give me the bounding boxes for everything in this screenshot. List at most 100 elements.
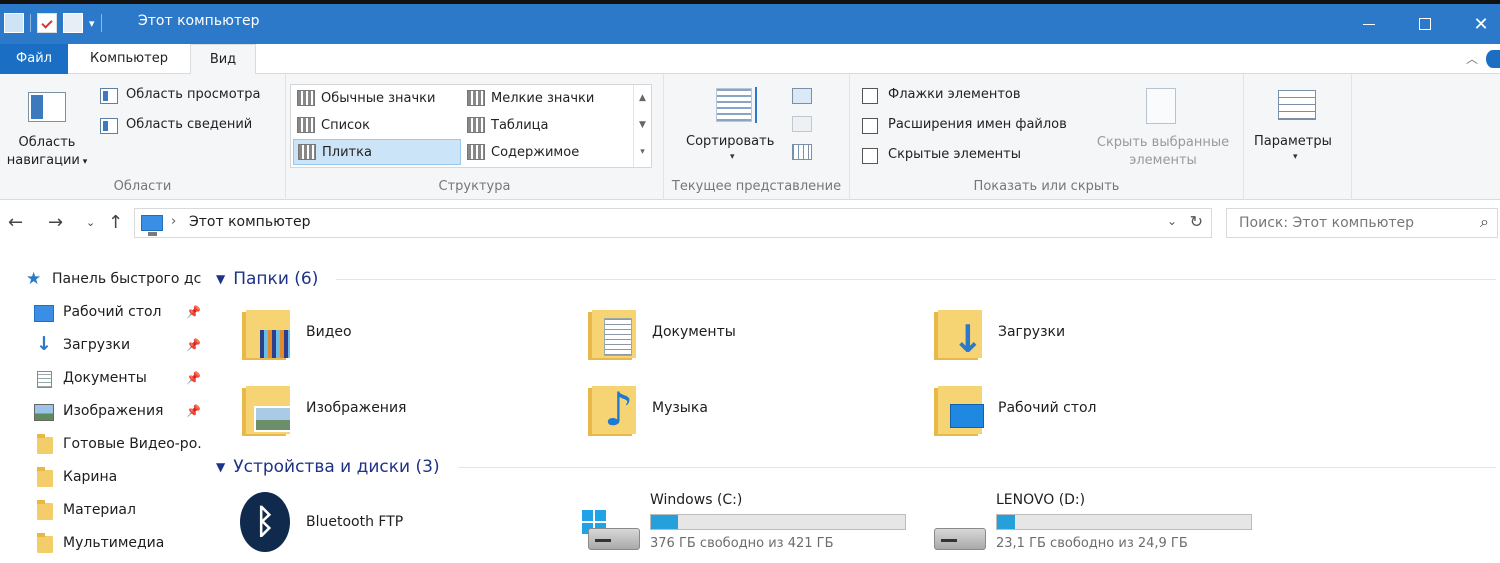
layout-item-label: Мелкие значки (491, 90, 595, 106)
documents-folder-icon (588, 306, 636, 360)
qat-dropdown-icon[interactable]: ▾ (89, 17, 95, 30)
folder-icon (37, 434, 53, 454)
nav-pane-label-1: Область (18, 135, 76, 150)
up-button[interactable]: ↑ (108, 212, 123, 233)
folders-group-header[interactable]: ▼ Папки (6) (216, 264, 318, 294)
address-bar[interactable]: › Этот компьютер ⌄ ↻ (134, 208, 1212, 238)
sidebar-item-folder[interactable]: Карина (0, 462, 208, 494)
drive-tile-c[interactable]: Windows (C:) 376 ГБ свободно из 421 ГБ (580, 492, 910, 562)
add-columns-icon[interactable] (792, 116, 812, 132)
back-button[interactable]: ← (8, 212, 23, 233)
item-checkboxes-checkbox[interactable] (862, 88, 878, 104)
details-pane-button[interactable]: Область сведений (126, 117, 252, 132)
layout-item[interactable]: Таблица (463, 112, 631, 138)
sort-icon (716, 87, 757, 123)
small-icons-icon (467, 90, 485, 106)
help-icon[interactable] (1486, 50, 1500, 68)
computer-icon (4, 13, 24, 33)
hide-selected-button[interactable]: Скрыть выбранные элементы (1090, 134, 1236, 170)
folder-tile-label: Загрузки (998, 324, 1066, 340)
drive-free-space: 376 ГБ свободно из 421 ГБ (650, 536, 834, 551)
tab-view[interactable]: Вид (190, 44, 256, 75)
layout-item[interactable]: Мелкие значки (463, 85, 631, 111)
layout-item-selected[interactable]: Плитка (293, 139, 461, 165)
sidebar-item-quick-access[interactable]: ★ Панель быстрого дс (0, 264, 208, 296)
layout-item-label: Обычные значки (321, 90, 436, 106)
folder-tile-label: Рабочий стол (998, 400, 1097, 416)
layout-item[interactable]: Список (293, 112, 461, 138)
pin-icon[interactable]: 📌 (186, 404, 201, 418)
chevron-up-icon[interactable]: ︿ (1462, 50, 1482, 68)
hidden-items-checkbox[interactable] (862, 148, 878, 164)
chevron-down-icon[interactable]: ⌄ (1167, 214, 1177, 228)
sidebar-item-folder[interactable]: Готовые Видео-ро. (0, 429, 208, 461)
sidebar-item-documents[interactable]: Документы 📌 (0, 363, 208, 395)
fit-columns-icon[interactable] (792, 144, 812, 160)
folder-tile-video[interactable]: Видео (212, 302, 512, 366)
pictures-icon (34, 404, 54, 421)
group-areas: Область навигации ▾ Область просмотра Об… (0, 74, 286, 200)
hide-selected-label-1: Скрыть выбранные (1096, 135, 1230, 150)
sidebar-item-desktop[interactable]: Рабочий стол 📌 (0, 297, 208, 329)
properties-icon[interactable] (37, 13, 57, 33)
list-icon (297, 117, 315, 133)
chevron-right-icon[interactable]: › (171, 214, 176, 229)
refresh-button[interactable]: ↻ (1190, 212, 1203, 231)
group-divider (336, 279, 1496, 280)
quick-access-toolbar: ▾ (4, 10, 102, 36)
drive-tile-d[interactable]: LENOVO (D:) 23,1 ГБ свободно из 24,9 ГБ (926, 492, 1256, 562)
pin-icon[interactable]: 📌 (186, 371, 201, 385)
close-button[interactable]: ✕ (1452, 4, 1500, 44)
device-tile-bluetooth[interactable]: ᛒ Bluetooth FTP (212, 490, 512, 554)
folder-tile-pictures[interactable]: Изображения (212, 378, 512, 442)
preview-pane-button[interactable]: Область просмотра (126, 87, 260, 102)
search-icon[interactable]: ⌕ (1480, 212, 1489, 232)
group-by-icon[interactable] (792, 88, 812, 104)
devices-group-header[interactable]: ▼ Устройства и диски (3) (216, 452, 440, 482)
file-extensions-checkbox[interactable] (862, 118, 878, 134)
forward-button[interactable]: → (48, 212, 63, 233)
chevron-down-icon[interactable]: ▼ (216, 460, 225, 474)
pictures-folder-icon (242, 382, 292, 436)
folder-tile-label: Документы (652, 324, 736, 340)
sort-button[interactable]: Сортировать (686, 134, 774, 149)
search-input[interactable]: Поиск: Этот компьютер ⌕ (1226, 208, 1498, 238)
bluetooth-icon: ᛒ (240, 492, 290, 552)
new-folder-icon[interactable] (63, 13, 83, 33)
folder-tile-music[interactable]: ♪ Музыка (558, 378, 858, 442)
layout-item[interactable]: Обычные значки (293, 85, 461, 111)
content-icon (467, 144, 485, 160)
drive-usage-bar (996, 514, 1252, 530)
sidebar-item-folder[interactable]: Мультимедиа (0, 528, 208, 560)
nav-pane-button[interactable]: Область навигации ▾ (0, 134, 94, 171)
group-options: Параметры ▾ (1244, 74, 1352, 200)
sidebar-item-folder[interactable]: Материал (0, 495, 208, 527)
gallery-scroll[interactable]: ▲ ▼ ▾ (633, 85, 651, 167)
chevron-down-icon[interactable]: ▼ (216, 272, 225, 286)
details-icon (467, 117, 485, 133)
layout-item[interactable]: Содержимое (463, 139, 631, 165)
hide-selected-icon (1146, 88, 1176, 124)
folder-tile-downloads[interactable]: ↓ Загрузки (904, 302, 1204, 366)
preview-pane-icon (100, 88, 118, 104)
minimize-button[interactable] (1340, 4, 1398, 44)
sidebar-item-downloads[interactable]: ↓ Загрузки 📌 (0, 330, 208, 362)
recent-locations-button[interactable]: ⌄ (86, 216, 95, 229)
devices-group-title: Устройства и диски (3) (233, 457, 440, 477)
ribbon-tabs: Файл Компьютер Вид ︿ (0, 44, 1500, 75)
tab-computer[interactable]: Компьютер (68, 44, 190, 74)
pin-icon[interactable]: 📌 (186, 305, 201, 319)
address-path[interactable]: Этот компьютер (189, 214, 311, 230)
folder-tile-desktop[interactable]: Рабочий стол (904, 378, 1204, 442)
nav-pane-label-2: навигации (6, 153, 80, 168)
hide-selected-label-2: элементы (1129, 153, 1197, 168)
tab-file[interactable]: Файл (0, 44, 68, 74)
folder-tile-documents[interactable]: Документы (558, 302, 858, 366)
pin-icon[interactable]: 📌 (186, 338, 201, 352)
options-button[interactable]: Параметры (1254, 134, 1332, 149)
chevron-down-icon: ▾ (1293, 152, 1298, 162)
group-show-hide: Флажки элементов Расширения имен файлов … (850, 74, 1244, 200)
sidebar-item-pictures[interactable]: Изображения 📌 (0, 396, 208, 428)
maximize-button[interactable] (1396, 4, 1454, 44)
computer-icon (141, 215, 163, 236)
